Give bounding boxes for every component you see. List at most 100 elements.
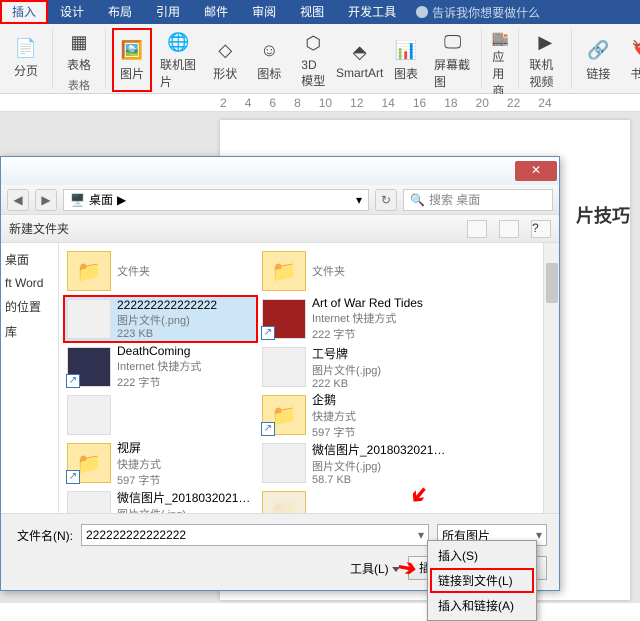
file-name: 企鹅 [312, 391, 449, 408]
page-break-button[interactable]: 📄分页 [6, 28, 46, 87]
file-item[interactable]: 222222222222222图片文件(.png)223 KB [63, 295, 258, 343]
file-name: 222222222222222 [117, 298, 254, 312]
file-item[interactable]: 📁 文件夹 [63, 247, 258, 295]
file-name: 视屏 [117, 439, 254, 456]
tab-view[interactable]: 视图 [288, 0, 336, 24]
view-mode-button-2[interactable] [499, 220, 519, 238]
forward-button[interactable]: ▶ [35, 189, 57, 211]
file-name: 微信图片_20180320215507 [117, 489, 254, 506]
close-icon[interactable]: ✕ [515, 161, 557, 181]
scrollbar[interactable] [543, 243, 559, 513]
shapes-button[interactable]: ◇形状 [205, 28, 245, 92]
tab-design[interactable]: 设计 [48, 0, 96, 24]
search-icon: 🔍 [410, 193, 425, 207]
view-mode-button[interactable] [467, 220, 487, 238]
file-type: 快捷方式 [312, 408, 449, 424]
file-size: 597 字节 [117, 472, 254, 488]
tools-button[interactable]: 工具(L) [350, 560, 400, 577]
folder-icon: 📁 [67, 251, 111, 291]
help-button[interactable]: ? [531, 220, 551, 238]
file-item[interactable]: 📁 [258, 487, 453, 513]
file-item[interactable]: 📁文件夹 [258, 247, 453, 295]
file-item[interactable]: 工号牌图片文件(.jpg)222 KB [258, 343, 453, 391]
table-button[interactable]: ▦表格 [59, 28, 99, 75]
bulb-icon [416, 6, 428, 18]
tab-insert[interactable]: 插入 [0, 0, 48, 24]
insert-picture-dialog: ✕ ◀ ▶ 🖥️ 桌面 ▶ ▾ ↻ 🔍 搜索 桌面 新建文件夹 ? 桌面 ft … [0, 156, 560, 591]
sidebar: 桌面 ft Word 的位置 库 [1, 243, 59, 513]
back-button[interactable]: ◀ [7, 189, 29, 211]
file-thumb-icon [67, 395, 111, 435]
online-video-button[interactable]: ▶联机视频 [525, 28, 565, 92]
file-size: 222 字节 [312, 326, 449, 342]
file-name: DeathComing [117, 344, 254, 358]
menu-link-to-file[interactable]: 链接到文件(L) [430, 568, 534, 593]
folder-icon: 📁 [262, 491, 306, 513]
file-name: 微信图片_20180320215500 [312, 441, 449, 458]
sidebar-item[interactable]: 的位置 [3, 294, 56, 319]
file-type: 图片文件(.jpg) [312, 362, 449, 378]
filename-label: 文件名(N): [13, 527, 73, 544]
tab-mail[interactable]: 邮件 [192, 0, 240, 24]
file-size: 597 字节 [312, 424, 449, 440]
link-button[interactable]: 🔗链接 [578, 28, 618, 92]
file-thumb-icon [67, 491, 111, 513]
sidebar-item[interactable]: 桌面 [3, 247, 56, 272]
menu-insert-and-link[interactable]: 插入和链接(A) [430, 593, 534, 618]
file-item[interactable]: 微信图片_20180320215507图片文件(.jpg)74.9 KB [63, 487, 258, 513]
tab-review[interactable]: 审阅 [240, 0, 288, 24]
ribbon: 📄分页 ▦表格 表格 🖼️图片 🌐联机图片 ◇形状 ☺图标 ⬡3D 模型 ⬘Sm… [0, 24, 640, 94]
file-type: 图片文件(.jpg) [117, 506, 254, 514]
folder-icon: 📁↗ [67, 443, 111, 483]
tab-layout[interactable]: 布局 [96, 0, 144, 24]
menu-insert[interactable]: 插入(S) [430, 543, 534, 568]
tab-references[interactable]: 引用 [144, 0, 192, 24]
bookmark-button[interactable]: 🔖书签 [622, 28, 640, 92]
sidebar-item[interactable]: ft Word [3, 272, 56, 294]
3dmodel-button[interactable]: ⬡3D 模型 [293, 28, 333, 92]
folder-icon: 📁↗ [262, 395, 306, 435]
file-size: 222 KB [312, 378, 449, 390]
file-item[interactable] [63, 391, 258, 439]
file-list: 📁文件夹📁文件夹222222222222222图片文件(.png)223 KB↗… [59, 243, 559, 513]
file-size: 58.7 KB [312, 474, 449, 486]
icons-button[interactable]: ☺图标 [249, 28, 289, 92]
breadcrumb[interactable]: 🖥️ 桌面 ▶ ▾ [63, 189, 369, 211]
refresh-button[interactable]: ↻ [375, 189, 397, 211]
new-folder-button[interactable]: 新建文件夹 [9, 220, 69, 237]
desktop-icon: 🖥️ [70, 193, 85, 207]
chart-button[interactable]: 📊图表 [386, 28, 426, 92]
file-thumb-icon: ↗ [262, 299, 306, 339]
smartart-button[interactable]: ⬘SmartArt [337, 28, 382, 92]
pictures-button[interactable]: 🖼️图片 [112, 28, 152, 92]
file-thumb-icon [262, 443, 306, 483]
file-thumb-icon [262, 347, 306, 387]
file-item[interactable]: 微信图片_20180320215500图片文件(.jpg)58.7 KB [258, 439, 453, 487]
file-item[interactable]: 📁↗ 企鹅快捷方式597 字节 [258, 391, 453, 439]
insert-dropdown-menu: 插入(S) 链接到文件(L) 插入和链接(A) [427, 540, 537, 621]
file-thumb-icon [67, 299, 111, 339]
tab-devtools[interactable]: 开发工具 [336, 0, 408, 24]
file-size: 222 字节 [117, 374, 254, 390]
screenshot-button[interactable]: 🖵屏幕截图 [430, 28, 475, 92]
filename-input[interactable]: 222222222222222▾ [81, 524, 429, 546]
tell-me[interactable]: 告诉我你想要做什么 [416, 4, 540, 21]
file-type: Internet 快捷方式 [312, 310, 449, 326]
file-item[interactable]: ↗ DeathComingInternet 快捷方式222 字节 [63, 343, 258, 391]
online-pictures-button[interactable]: 🌐联机图片 [156, 28, 201, 92]
file-type: 图片文件(.jpg) [312, 458, 449, 474]
file-thumb-icon: ↗ [67, 347, 111, 387]
file-type: 文件夹 [312, 263, 449, 279]
file-name: 工号牌 [312, 345, 449, 362]
file-type: 图片文件(.png) [117, 312, 254, 328]
file-name: Art of War Red Tides [312, 296, 449, 310]
file-type: Internet 快捷方式 [117, 358, 254, 374]
ribbon-tabs: 插入 设计 布局 引用 邮件 审阅 视图 开发工具 告诉我你想要做什么 [0, 0, 640, 24]
search-input[interactable]: 🔍 搜索 桌面 [403, 189, 553, 211]
file-size: 223 KB [117, 328, 254, 340]
file-type: 文件夹 [117, 263, 254, 279]
file-item[interactable]: 📁↗ 视屏快捷方式597 字节 [63, 439, 258, 487]
sidebar-item[interactable]: 库 [3, 319, 56, 344]
file-type: 快捷方式 [117, 456, 254, 472]
file-item[interactable]: ↗ Art of War Red TidesInternet 快捷方式222 字节 [258, 295, 453, 343]
